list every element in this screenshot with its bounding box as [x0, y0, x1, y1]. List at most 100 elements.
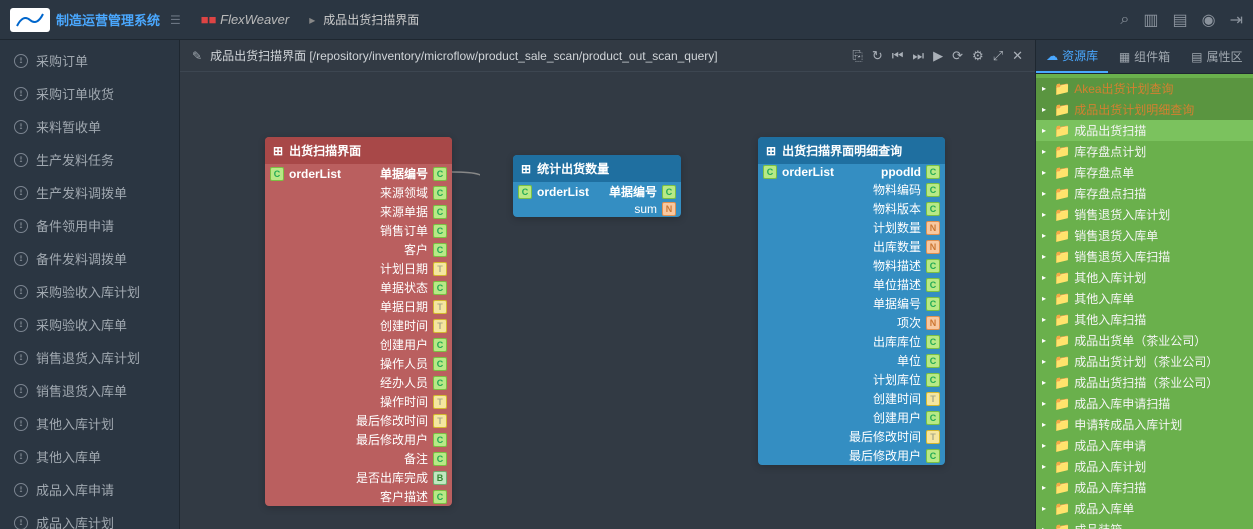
- breadcrumb-page[interactable]: 成品出货扫描界面: [323, 11, 419, 28]
- input-port[interactable]: C: [518, 185, 532, 199]
- output-port[interactable]: T: [433, 300, 447, 314]
- output-port[interactable]: T: [433, 319, 447, 333]
- output-port[interactable]: C: [433, 281, 447, 295]
- menu-toggle-icon[interactable]: ☰: [170, 13, 181, 27]
- sidebar-item[interactable]: ⟟采购验收入库计划: [0, 275, 179, 308]
- tree-item[interactable]: ▸📁库存盘点计划: [1036, 141, 1253, 162]
- sidebar-item[interactable]: ⟟其他入库单: [0, 440, 179, 473]
- tree-item[interactable]: ▸📁成品出货计划明细查询: [1036, 99, 1253, 120]
- tree-item[interactable]: ▸📁成品入库申请: [1036, 435, 1253, 456]
- sidebar-item[interactable]: ⟟备件发料调拨单: [0, 242, 179, 275]
- node-header[interactable]: ⊞统计出货数量: [513, 155, 681, 182]
- tree-item[interactable]: ▸📁其他入库计划: [1036, 267, 1253, 288]
- output-port[interactable]: C: [433, 243, 447, 257]
- output-port[interactable]: T: [433, 262, 447, 276]
- tree-item[interactable]: ▸📁成品出货扫描: [1036, 120, 1253, 141]
- book-icon[interactable]: ▥: [1143, 10, 1158, 30]
- tree-item[interactable]: ▸📁销售退货入库单: [1036, 225, 1253, 246]
- tree-item[interactable]: ▸📁库存盘点扫描: [1036, 183, 1253, 204]
- reload-icon[interactable]: ⟳: [952, 48, 963, 64]
- output-port[interactable]: C: [433, 186, 447, 200]
- output-port[interactable]: C: [926, 183, 940, 197]
- sidebar-item[interactable]: ⟟销售退货入库单: [0, 374, 179, 407]
- tree-item[interactable]: ▸📁销售退货入库扫描: [1036, 246, 1253, 267]
- flow-node[interactable]: ⊞出货扫描界面明细查询CorderListppodIdC物料编码C物料版本C计划…: [758, 137, 945, 465]
- sidebar-item[interactable]: ⟟成品入库申请: [0, 473, 179, 506]
- tree-item[interactable]: ▸📁成品入库计划: [1036, 456, 1253, 477]
- output-port[interactable]: C: [926, 202, 940, 216]
- output-port[interactable]: C: [433, 205, 447, 219]
- output-port[interactable]: T: [433, 414, 447, 428]
- right-tab[interactable]: ▦组件箱: [1108, 40, 1180, 73]
- sidebar-item[interactable]: ⟟生产发料调拨单: [0, 176, 179, 209]
- tree-item[interactable]: ▸📁Akea出货计划查询: [1036, 78, 1253, 99]
- sidebar-item[interactable]: ⟟销售退货入库计划: [0, 341, 179, 374]
- tree-item[interactable]: ▸📁成品出货扫描（茶业公司）: [1036, 372, 1253, 393]
- output-port[interactable]: C: [433, 490, 447, 504]
- output-port[interactable]: C: [433, 433, 447, 447]
- output-port[interactable]: C: [926, 259, 940, 273]
- logout-icon[interactable]: ⇥: [1230, 10, 1243, 30]
- tree-item[interactable]: ▸📁成品入库扫描: [1036, 477, 1253, 498]
- sidebar-item[interactable]: ⟟采购验收入库单: [0, 308, 179, 341]
- sidebar-item[interactable]: ⟟成品入库计划: [0, 506, 179, 529]
- tree-item[interactable]: ▸📁成品出货单（茶业公司）: [1036, 330, 1253, 351]
- output-port[interactable]: N: [926, 240, 940, 254]
- output-port[interactable]: C: [926, 354, 940, 368]
- play-icon[interactable]: ▶: [933, 48, 943, 64]
- tree-item[interactable]: ▸📁成品入库单: [1036, 498, 1253, 519]
- output-port[interactable]: C: [433, 338, 447, 352]
- flow-node[interactable]: ⊞统计出货数量CorderList单据编号CsumN: [513, 155, 681, 217]
- output-port[interactable]: B: [433, 471, 447, 485]
- output-port[interactable]: N: [926, 316, 940, 330]
- editor-canvas[interactable]: ⊞出货扫描界面CorderList单据编号C来源领域C来源单据C销售订单C客户C…: [180, 72, 1035, 529]
- close-icon[interactable]: ✕: [1012, 48, 1023, 64]
- right-tab[interactable]: ▤属性区: [1181, 40, 1253, 73]
- output-port[interactable]: C: [433, 376, 447, 390]
- output-port[interactable]: N: [662, 202, 676, 216]
- skip-back-icon[interactable]: ⏮: [892, 48, 904, 64]
- sidebar-item[interactable]: ⟟生产发料任务: [0, 143, 179, 176]
- sidebar-item[interactable]: ⟟来料暂收单: [0, 110, 179, 143]
- chat-icon[interactable]: ▤: [1173, 10, 1188, 30]
- tree-item[interactable]: ▸📁其他入库扫描: [1036, 309, 1253, 330]
- sidebar-item[interactable]: ⟟其他入库计划: [0, 407, 179, 440]
- tree-item[interactable]: ▸📁申请转成品入库计划: [1036, 414, 1253, 435]
- input-port[interactable]: C: [763, 165, 777, 179]
- output-port[interactable]: C: [926, 335, 940, 349]
- output-port[interactable]: C: [926, 411, 940, 425]
- tree-item[interactable]: ▸📁其他入库单: [1036, 288, 1253, 309]
- output-port[interactable]: C: [433, 452, 447, 466]
- output-port[interactable]: C: [662, 185, 676, 199]
- output-port[interactable]: C: [926, 165, 940, 179]
- sidebar-item[interactable]: ⟟采购订单收货: [0, 77, 179, 110]
- skip-fwd-icon[interactable]: ⏭: [912, 48, 924, 64]
- node-header[interactable]: ⊞出货扫描界面: [265, 137, 452, 164]
- output-port[interactable]: C: [926, 373, 940, 387]
- output-port[interactable]: T: [433, 395, 447, 409]
- output-port[interactable]: C: [926, 449, 940, 463]
- node-header[interactable]: ⊞出货扫描界面明细查询: [758, 137, 945, 164]
- tree-item[interactable]: ▸📁成品装箱: [1036, 519, 1253, 529]
- tree-item[interactable]: ▸📁库存盘点单: [1036, 162, 1253, 183]
- sidebar-item[interactable]: ⟟备件领用申请: [0, 209, 179, 242]
- output-port[interactable]: C: [433, 167, 447, 181]
- output-port[interactable]: T: [926, 392, 940, 406]
- tree-item[interactable]: ▸📁成品入库申请扫描: [1036, 393, 1253, 414]
- output-port[interactable]: C: [433, 357, 447, 371]
- gear-icon[interactable]: ⚙: [972, 48, 984, 64]
- output-port[interactable]: N: [926, 221, 940, 235]
- expand-icon[interactable]: ⤢: [993, 48, 1003, 64]
- copy-icon[interactable]: ⎘: [852, 48, 862, 64]
- output-port[interactable]: T: [926, 430, 940, 444]
- output-port[interactable]: C: [926, 278, 940, 292]
- output-port[interactable]: C: [433, 224, 447, 238]
- refresh-icon[interactable]: ↻: [872, 48, 883, 64]
- output-port[interactable]: C: [926, 297, 940, 311]
- input-port[interactable]: C: [270, 167, 284, 181]
- tree-item[interactable]: ▸📁成品出货计划（茶业公司）: [1036, 351, 1253, 372]
- search-icon[interactable]: ⌕: [1120, 11, 1129, 29]
- sidebar-item[interactable]: ⟟采购订单: [0, 44, 179, 77]
- right-tab[interactable]: ☁资源库: [1036, 40, 1108, 73]
- eye-icon[interactable]: ◉: [1202, 10, 1216, 30]
